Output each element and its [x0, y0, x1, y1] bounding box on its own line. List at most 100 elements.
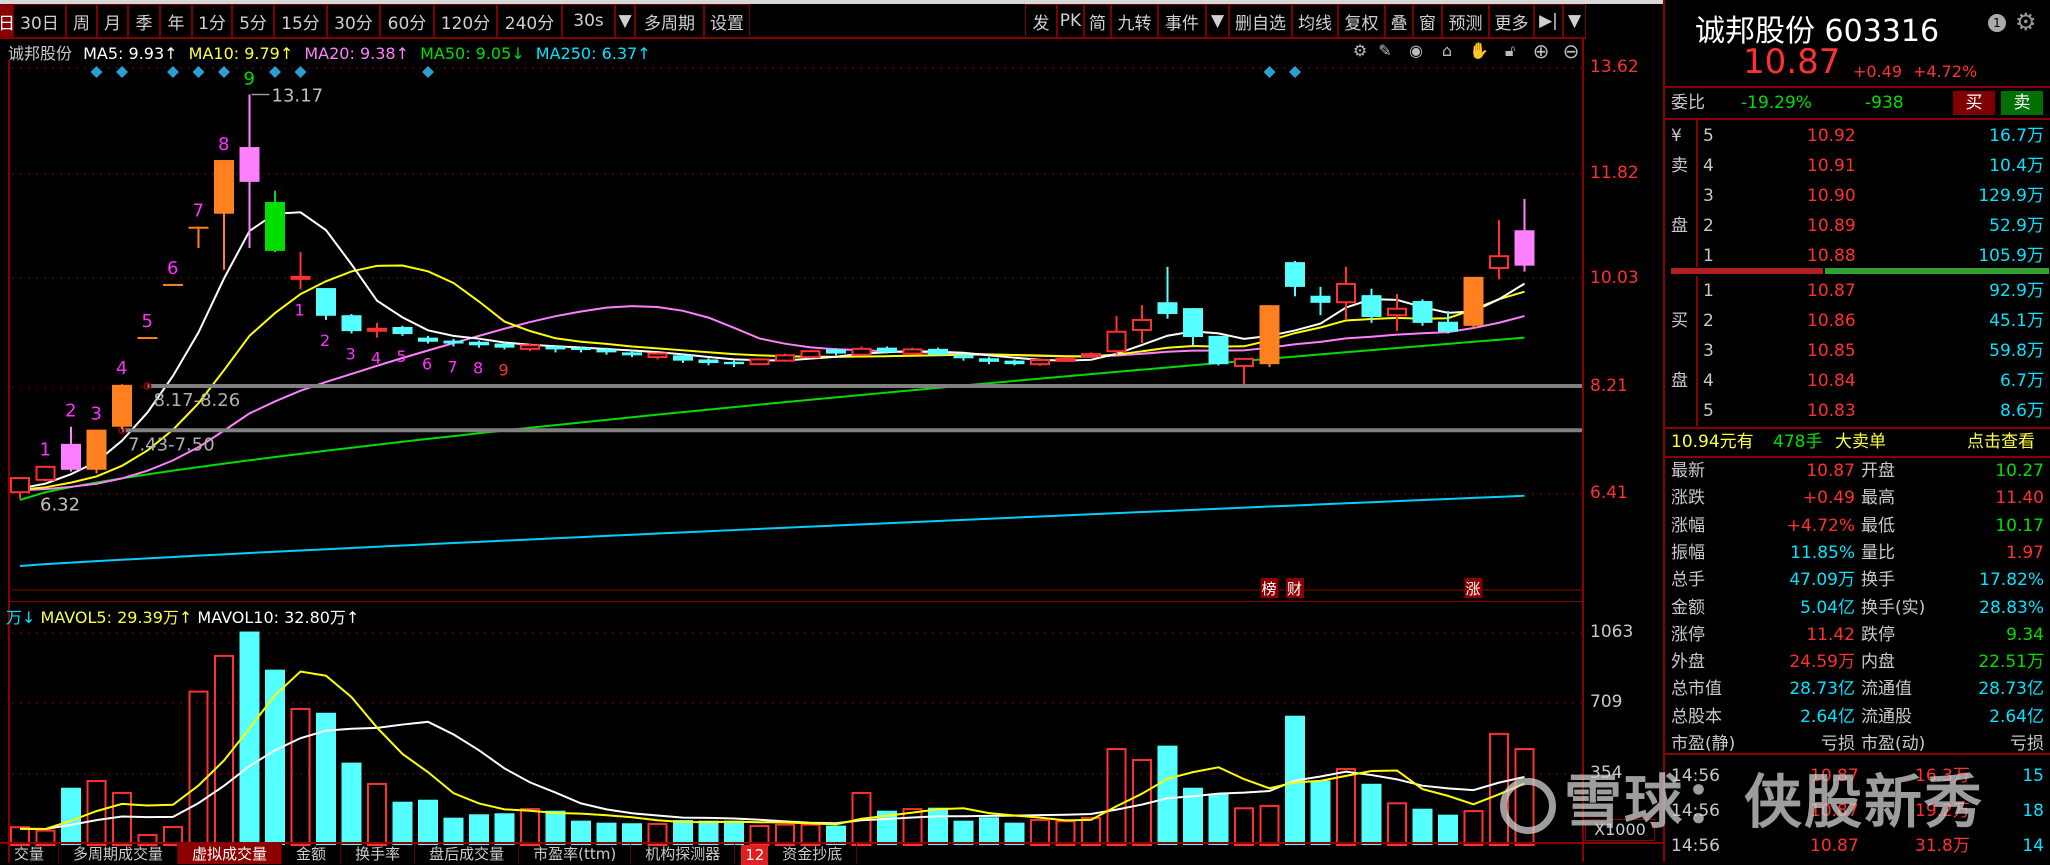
toolbar-button[interactable]: ▼	[1206, 4, 1229, 38]
stat-label: 换手(实)	[1861, 597, 1926, 618]
toolbar-button[interactable]: 复权	[1338, 4, 1385, 38]
period-tab[interactable]: 30日	[13, 4, 66, 38]
indicator-tab[interactable]: 虚拟成交量	[178, 844, 283, 864]
low-price-label: 6.32	[40, 495, 80, 516]
bid-row[interactable]: 买 2 10.86 45.1万	[1665, 307, 2050, 335]
notification-badge[interactable]: 1	[1988, 14, 2006, 32]
stat-row: 金额 5.04亿 换手(实) 28.83%	[1665, 594, 2050, 622]
weibi-pct: -19.29%	[1741, 93, 1812, 113]
candle-body	[826, 349, 846, 354]
candle-body	[367, 327, 387, 332]
td-count-label: 9	[499, 360, 509, 379]
bid-row[interactable]: 3 10.85 59.8万	[1665, 337, 2050, 365]
period-tab[interactable]: 年	[160, 4, 192, 38]
period-tab[interactable]: 120分	[434, 4, 497, 38]
toolbar-button[interactable]: ▶|	[1534, 4, 1563, 38]
toolbar-button[interactable]: 删自选	[1229, 4, 1292, 38]
bid-row[interactable]: 1 10.87 92.9万	[1665, 277, 2050, 305]
candle-body	[239, 147, 260, 182]
side-label: ¥	[1671, 126, 1682, 146]
period-tab[interactable]: 5分	[232, 4, 274, 38]
kline-chart[interactable]: 8.17-8.267.43-7.5012 3456789123 4 5 6 7 8 913.1…	[0, 0, 1582, 862]
candle-body	[214, 160, 234, 214]
period-tab[interactable]: 周	[66, 4, 97, 38]
stat-row: 总股本 2.64亿 流通股 2.64亿	[1665, 703, 2050, 731]
ask-row[interactable]: 3 10.90 129.9万	[1665, 182, 2050, 210]
candle-body	[341, 315, 362, 332]
level: 5	[1703, 126, 1714, 146]
candle-body	[1514, 230, 1535, 266]
stat-label: 流通股	[1861, 706, 1912, 727]
period-tab[interactable]: 240分	[497, 4, 562, 38]
stat-label: 总股本	[1671, 706, 1722, 727]
period-tab[interactable]: 30分	[327, 4, 380, 38]
volume-bar	[1310, 780, 1331, 845]
period-tab[interactable]: 设置	[704, 4, 750, 38]
volume-bar	[290, 707, 311, 846]
toolbar-button[interactable]: PK	[1057, 4, 1084, 38]
ask-row[interactable]: 盘 2 10.89 52.9万	[1665, 212, 2050, 240]
volume-bar	[520, 808, 540, 847]
stat-label: 流通值	[1861, 679, 1912, 700]
period-tab[interactable]: 日	[0, 4, 15, 38]
stat-value: +0.49	[1802, 488, 1855, 509]
settings-gear-icon[interactable]: ⚙	[2015, 8, 2037, 36]
indicator-tab[interactable]: 金额	[282, 844, 342, 864]
period-tab[interactable]: 月	[97, 4, 128, 38]
toolbar-button[interactable]: 叠	[1385, 4, 1413, 38]
price: 10.88	[1807, 246, 1856, 266]
stat-label: 振幅	[1671, 542, 1705, 563]
sell-button[interactable]: 卖	[2001, 91, 2043, 115]
price-tick: 11.82	[1590, 163, 1639, 183]
candle-body	[749, 358, 770, 366]
candle-body	[418, 337, 438, 342]
td-count-label: 1	[40, 440, 51, 461]
price-tick: 8.21	[1590, 376, 1628, 396]
level: 5	[1703, 401, 1714, 421]
toolbar-button[interactable]: ▼	[1563, 4, 1586, 38]
toolbar-button[interactable]: 均线	[1292, 4, 1338, 38]
buy-button[interactable]: 买	[1953, 91, 1995, 115]
view-big-orders-link[interactable]: 点击查看	[1967, 428, 2035, 456]
event-marker-label: 榜	[1262, 580, 1277, 598]
volume-panel-divider	[10, 601, 1582, 602]
toolbar-button[interactable]: 事件	[1158, 4, 1206, 38]
stat-value: 28.73亿	[1978, 679, 2044, 700]
indicator-tab[interactable]: 12	[741, 845, 769, 865]
ask-row[interactable]: ¥5 10.92 16.7万	[1665, 122, 2050, 150]
toolbar-button[interactable]: 九转	[1111, 4, 1158, 38]
candle-body	[86, 429, 107, 470]
period-tab[interactable]: 季	[128, 4, 160, 38]
indicator-tab[interactable]: 交量	[0, 844, 60, 864]
price-tick: 10.03	[1590, 268, 1639, 288]
price: 10.92	[1807, 126, 1856, 146]
indicator-tab[interactable]: 资金抄底	[768, 844, 858, 864]
period-tab[interactable]: 15分	[274, 4, 327, 38]
indicator-tab[interactable]: 市盈率(ttm)	[519, 844, 632, 864]
toolbar-button[interactable]: 更多	[1489, 4, 1534, 38]
period-tab[interactable]: 多周期	[635, 4, 704, 38]
volume-bar	[1412, 808, 1433, 845]
indicator-tab[interactable]: 多周期成交量	[59, 844, 179, 864]
indicator-tab[interactable]: 机构探测器	[631, 844, 736, 864]
period-tab[interactable]: ▼	[615, 4, 635, 38]
bid-row[interactable]: 5 10.83 8.6万	[1665, 397, 2050, 425]
ask-row[interactable]: 1 10.88 105.9万	[1665, 242, 2050, 270]
candle-body	[443, 340, 464, 344]
period-tab[interactable]: 30s	[562, 4, 615, 38]
candle-body	[35, 465, 56, 481]
period-tab[interactable]: 60分	[380, 4, 434, 38]
toolbar-button[interactable]: 窗	[1413, 4, 1442, 38]
indicator-tab[interactable]: 换手率	[341, 844, 416, 864]
period-tab[interactable]: 1分	[192, 4, 232, 38]
ask-row[interactable]: 卖 4 10.91 10.4万	[1665, 152, 2050, 180]
volume: 6.7万	[1999, 371, 2044, 391]
indicator-tab[interactable]: 盘后成交量	[415, 844, 520, 864]
toolbar-button[interactable]: 简	[1084, 4, 1111, 38]
toolbar-button[interactable]: 发	[1025, 4, 1057, 38]
volume: 59.8万	[1989, 341, 2044, 361]
side-label: 盘	[1671, 371, 1688, 391]
stat-value: 11.85%	[1790, 542, 1855, 563]
bid-row[interactable]: 盘 4 10.84 6.7万	[1665, 367, 2050, 395]
toolbar-button[interactable]: 预测	[1442, 4, 1489, 38]
